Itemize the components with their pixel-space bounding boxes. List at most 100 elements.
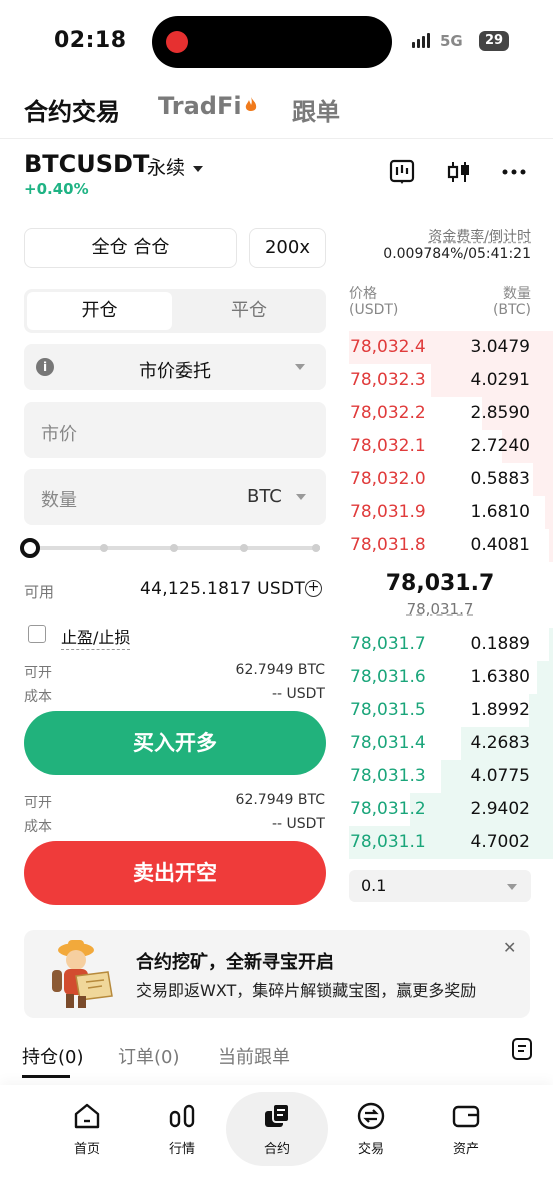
order-price: 78,031.6: [350, 667, 426, 687]
bid-row[interactable]: 78,031.3 4.0775: [349, 760, 553, 793]
symbol-name[interactable]: BTCUSDT: [24, 150, 149, 178]
order-price: 78,031.4: [350, 733, 426, 753]
order-type-value: 市价委托: [139, 361, 211, 382]
leverage-button[interactable]: 200x: [249, 228, 326, 268]
funding-value: 0.009784%/05:41:21: [383, 246, 531, 262]
contract-type: 永续: [147, 157, 186, 179]
nav-assets[interactable]: 资产: [426, 1100, 506, 1157]
battery-icon: 29: [479, 31, 509, 51]
order-quantity: 1.6810: [470, 502, 530, 522]
tab-close-position[interactable]: 平仓: [174, 292, 324, 330]
active-tab-indicator: [22, 1075, 70, 1078]
ask-row[interactable]: 78,032.0 0.5883: [349, 463, 553, 496]
ask-row[interactable]: 78,032.3 4.0291: [349, 364, 553, 397]
slider-node-75[interactable]: [240, 544, 248, 552]
ask-row[interactable]: 78,032.4 3.0479: [349, 331, 553, 364]
network-type: 5G: [440, 32, 463, 50]
ask-row[interactable]: 78,031.8 0.4081: [349, 529, 553, 562]
ask-row[interactable]: 78,032.2 2.8590: [349, 397, 553, 430]
available-label: 可用: [24, 583, 55, 601]
chart-signal-icon[interactable]: [388, 158, 416, 186]
quantity-unit-selector[interactable]: BTC: [247, 486, 306, 507]
depth-bar: [545, 496, 553, 529]
order-quantity: 4.2683: [470, 733, 530, 753]
price-change: +0.40%: [24, 180, 89, 198]
bid-row[interactable]: 78,031.1 4.7002: [349, 826, 553, 859]
ob-price-unit: (USDT): [349, 302, 399, 318]
header-divider: [0, 138, 553, 139]
more-icon[interactable]: [500, 158, 528, 186]
slider-node-100[interactable]: [312, 544, 320, 552]
nav-market[interactable]: 行情: [142, 1100, 222, 1157]
buy-cost-value: -- USDT: [271, 686, 325, 702]
recording-indicator-icon: [166, 31, 188, 53]
order-price: 78,031.9: [350, 502, 426, 522]
bid-row[interactable]: 78,031.5 1.8992: [349, 694, 553, 727]
buy-long-button[interactable]: 买入开多: [24, 711, 326, 775]
order-price: 78,031.2: [350, 799, 426, 819]
available-value: 44,125.1817 USDT: [140, 579, 306, 599]
tpsl-checkbox[interactable]: [28, 625, 46, 643]
order-quantity: 4.0291: [470, 370, 530, 390]
banner-title: 合约挖矿，全新寻宝开启: [136, 952, 334, 973]
nav-trade[interactable]: 交易: [331, 1100, 411, 1157]
tpsl-label[interactable]: 止盈/止损: [61, 624, 131, 650]
ob-price-header: 价格: [349, 286, 377, 302]
info-icon[interactable]: i: [36, 358, 54, 376]
tab-tradfi[interactable]: TradFi: [158, 92, 258, 120]
last-price[interactable]: 78,031.7: [349, 571, 531, 596]
bid-row[interactable]: 78,031.2 2.9402: [349, 793, 553, 826]
tab-orders[interactable]: 订单(0): [118, 1043, 180, 1069]
order-quantity: 4.0775: [470, 766, 530, 786]
nav-futures[interactable]: 合约: [237, 1100, 317, 1157]
order-price: 78,031.3: [350, 766, 426, 786]
sell-short-button[interactable]: 卖出开空: [24, 841, 326, 905]
add-funds-icon[interactable]: +: [305, 580, 322, 597]
tab-copy-trading[interactable]: 跟单: [292, 92, 340, 127]
order-quantity: 1.6380: [470, 667, 530, 687]
treasure-hunter-mascot-icon: [52, 940, 113, 1008]
wallet-icon: [452, 1105, 480, 1128]
candlestick-icon[interactable]: [445, 158, 473, 186]
tab-current-copy[interactable]: 当前跟单: [218, 1043, 290, 1069]
order-quantity: 0.4081: [470, 535, 530, 555]
funding-label[interactable]: 资金费率/倒计时: [349, 226, 531, 246]
order-price: 78,031.8: [350, 535, 426, 555]
symbol-selector[interactable]: 永续: [147, 153, 204, 180]
order-history-icon[interactable]: [510, 1037, 534, 1061]
tab-tradfi-label: TradFi: [158, 92, 242, 120]
nav-futures-label: 合约: [263, 1142, 290, 1157]
close-icon[interactable]: ✕: [503, 938, 516, 957]
status-time: 02:18: [54, 28, 127, 53]
ask-row[interactable]: 78,032.1 2.7240: [349, 430, 553, 463]
buy-can-open-label: 可开: [24, 665, 52, 681]
nav-home[interactable]: 首页: [47, 1100, 127, 1157]
slider-node-50[interactable]: [170, 544, 178, 552]
bid-row[interactable]: 78,031.4 4.2683: [349, 727, 553, 760]
bid-row[interactable]: 78,031.6 1.6380: [349, 661, 553, 694]
mark-price[interactable]: 78,031.7: [349, 600, 531, 618]
order-quantity: 2.9402: [470, 799, 530, 819]
slider-thumb[interactable]: [20, 538, 40, 558]
dynamic-island: [152, 16, 392, 68]
order-quantity: 0.5883: [470, 469, 530, 489]
bid-row[interactable]: 78,031.7 0.1889: [349, 628, 553, 661]
ob-qty-unit: (BTC): [492, 302, 531, 318]
sell-cost-value: -- USDT: [271, 816, 325, 832]
order-quantity: 1.8992: [470, 700, 530, 720]
slider-node-25[interactable]: [100, 544, 108, 552]
market-icon: [169, 1104, 195, 1128]
flame-icon: [245, 97, 256, 111]
order-price: 78,032.0: [350, 469, 426, 489]
order-quantity: 3.0479: [470, 337, 530, 357]
tab-positions[interactable]: 持仓(0): [22, 1043, 84, 1069]
margin-mode-button[interactable]: 全仓 合仓: [24, 228, 237, 268]
tab-futures[interactable]: 合约交易: [24, 92, 120, 127]
order-price: 78,032.3: [350, 370, 426, 390]
tab-open-position[interactable]: 开仓: [27, 292, 172, 330]
ask-row[interactable]: 78,031.9 1.6810: [349, 496, 553, 529]
chevron-down-icon: [193, 165, 204, 172]
depth-bar: [549, 628, 553, 661]
quantity-placeholder: 数量: [41, 490, 77, 511]
ob-qty-header: 数量: [503, 286, 531, 302]
